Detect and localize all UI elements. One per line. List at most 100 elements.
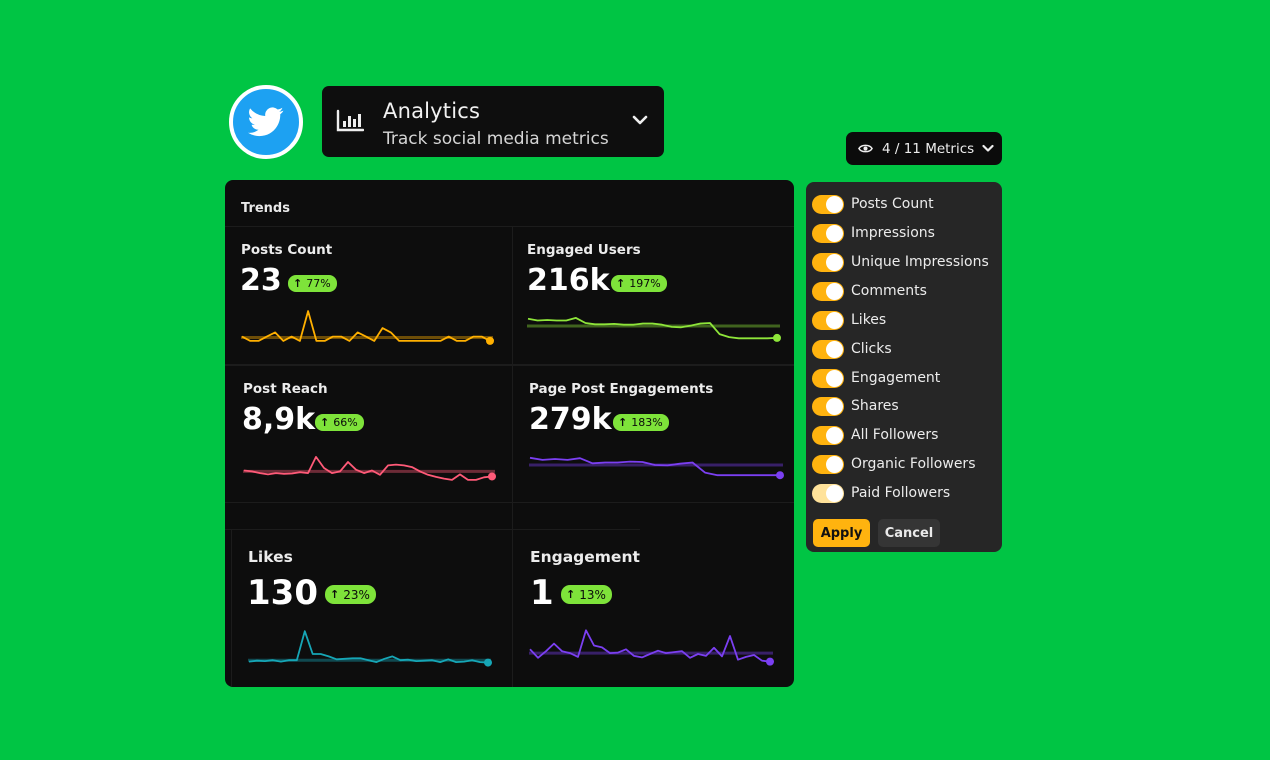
metric-toggle-label: All Followers: [851, 427, 939, 443]
metrics-dropdown: Posts Count Impressions Unique Impressio…: [806, 182, 1002, 552]
sparkline-chart: [527, 316, 781, 342]
toggle-switch[interactable]: [812, 252, 844, 272]
metric-label: Engaged Users: [527, 242, 641, 258]
change-badge: ↑ 77%: [288, 275, 337, 292]
metric-card-post-reach[interactable]: Post Reach 8,9k ↑ 66%: [225, 366, 512, 502]
trends-title: Trends: [241, 201, 290, 216]
change-badge: ↑ 23%: [325, 585, 376, 604]
arrow-up-icon: ↑: [320, 416, 330, 429]
metric-toggle-label: Unique Impressions: [851, 254, 989, 270]
metric-toggle-item[interactable]: Paid Followers: [812, 481, 950, 505]
metric-toggle-item[interactable]: Organic Followers: [812, 452, 975, 476]
metric-value: 23: [240, 263, 282, 298]
divider: [225, 502, 794, 503]
toggle-switch[interactable]: [812, 339, 844, 359]
toggle-switch[interactable]: [812, 454, 844, 474]
metric-value: 1: [530, 573, 554, 613]
toggle-switch[interactable]: [812, 194, 844, 214]
bar-chart-icon: [336, 109, 364, 132]
toggle-switch[interactable]: [812, 483, 844, 503]
apply-button[interactable]: Apply: [813, 519, 870, 547]
trends-panel: Trends Posts Count 23 ↑ 77% Engaged User…: [225, 180, 794, 687]
metric-toggle-item[interactable]: Likes: [812, 308, 886, 332]
metric-card-engaged-users[interactable]: Engaged Users 216k ↑ 197%: [513, 227, 794, 364]
metric-toggle-item[interactable]: Engagement: [812, 366, 940, 390]
toggle-switch[interactable]: [812, 396, 844, 416]
arrow-up-icon: ↑: [293, 277, 303, 290]
metric-value: 279k: [529, 402, 612, 437]
metric-toggle-item[interactable]: All Followers: [812, 423, 938, 447]
sparkline-chart: [248, 630, 492, 667]
metric-toggle-item[interactable]: Comments: [812, 279, 927, 303]
metric-toggle-label: Impressions: [851, 225, 935, 241]
twitter-logo: [229, 85, 303, 159]
toggle-switch[interactable]: [812, 281, 844, 301]
metric-toggle-label: Clicks: [851, 341, 892, 357]
metric-value: 8,9k: [242, 402, 316, 437]
metric-card-posts-count[interactable]: Posts Count 23 ↑ 77%: [225, 227, 512, 364]
sparkline-chart: [241, 310, 494, 345]
arrow-up-icon: ↑: [566, 588, 576, 601]
sparkline-series: [243, 455, 493, 481]
metric-label: Likes: [248, 548, 293, 566]
metric-toggle-label: Shares: [851, 398, 899, 414]
metrics-selector-button[interactable]: 4 / 11 Metrics: [846, 132, 1002, 165]
metric-toggle-label: Comments: [851, 283, 927, 299]
sparkline-chart: [529, 456, 784, 480]
metric-toggle-label: Likes: [851, 312, 887, 328]
change-badge: ↑ 183%: [613, 414, 669, 431]
metric-toggle-item[interactable]: Impressions: [812, 221, 935, 245]
toggle-switch[interactable]: [812, 310, 844, 330]
metric-card-engagement[interactable]: Engagement 1 ↑ 13%: [513, 530, 794, 687]
metric-label: Engagement: [530, 548, 640, 566]
arrow-up-icon: ↑: [616, 277, 626, 290]
metric-toggle-item[interactable]: Unique Impressions: [812, 250, 989, 274]
metric-toggle-item[interactable]: Shares: [812, 394, 899, 418]
sparkline-end-point: [484, 658, 492, 667]
change-percent: 77%: [306, 277, 331, 290]
chevron-down-icon: [632, 115, 648, 125]
sparkline-series: [248, 630, 489, 664]
app-switcher-dropdown[interactable]: Analytics Track social media metrics: [322, 86, 664, 157]
sparkline-chart: [529, 629, 774, 666]
metric-toggle-item[interactable]: Clicks: [812, 337, 892, 361]
arrow-up-icon: ↑: [330, 588, 340, 601]
sparkline-end-point: [486, 336, 494, 345]
metric-toggle-label: Paid Followers: [851, 485, 951, 501]
app-title: Analytics: [383, 99, 481, 123]
metric-toggle-label: Engagement: [851, 370, 941, 386]
metric-value: 216k: [527, 263, 610, 298]
metric-label: Page Post Engagements: [529, 381, 714, 397]
metric-card-likes[interactable]: Likes 130 ↑ 23%: [232, 530, 512, 687]
metric-label: Post Reach: [243, 381, 328, 397]
metric-card-page-post-engagements[interactable]: Page Post Engagements 279k ↑ 183%: [513, 366, 794, 502]
sparkline-chart: [243, 455, 496, 481]
metric-toggle-label: Organic Followers: [851, 456, 976, 472]
change-percent: 197%: [629, 277, 661, 290]
cancel-button[interactable]: Cancel: [878, 519, 940, 547]
change-percent: 13%: [579, 587, 606, 602]
change-percent: 183%: [631, 416, 663, 429]
change-badge: ↑ 197%: [611, 275, 667, 292]
arrow-up-icon: ↑: [618, 416, 628, 429]
app-subtitle: Track social media metrics: [383, 129, 609, 149]
sparkline-end-point: [488, 472, 496, 481]
toggle-switch[interactable]: [812, 223, 844, 243]
twitter-bird-icon: [248, 107, 284, 137]
metrics-count-label: 4 / 11 Metrics: [882, 140, 975, 157]
metric-toggle-item[interactable]: Posts Count: [812, 192, 934, 216]
metric-toggle-label: Posts Count: [851, 196, 934, 212]
change-percent: 66%: [333, 416, 358, 429]
change-badge: ↑ 66%: [315, 414, 364, 431]
toggle-switch[interactable]: [812, 368, 844, 388]
metric-value: 130: [247, 573, 318, 613]
eye-icon: [858, 144, 873, 153]
change-badge: ↑ 13%: [561, 585, 612, 604]
sparkline-end-point: [766, 657, 774, 666]
chevron-down-icon: [982, 144, 994, 152]
toggle-switch[interactable]: [812, 425, 844, 445]
metric-label: Posts Count: [241, 242, 333, 258]
sparkline-series: [529, 629, 771, 663]
sparkline-end-point: [776, 471, 784, 480]
sparkline-end-point: [773, 333, 781, 342]
